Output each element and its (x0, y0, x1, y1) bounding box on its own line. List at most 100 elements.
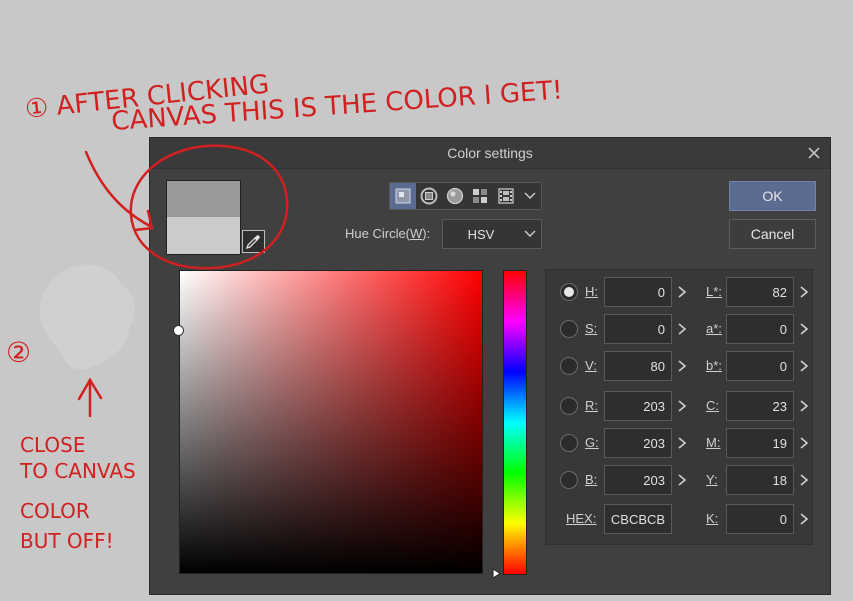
label-astar: a*: (706, 321, 722, 336)
annotation-note-1-line-1: ① AFTER CLICKING (24, 69, 271, 124)
previous-color-swatch (167, 181, 240, 217)
hue-circle-value: HSV (467, 226, 495, 242)
radio-s[interactable] (560, 320, 578, 338)
hue-slider[interactable] (503, 270, 527, 575)
label-k: K: (706, 511, 719, 526)
chevron-right-icon[interactable] (799, 512, 809, 526)
value-row-g: G: 203 (546, 428, 696, 458)
ok-button[interactable]: OK (729, 181, 816, 211)
value-row-hex: HEX: CBCBCB (546, 504, 696, 534)
annotation-note-1-line-2: CANVAS THIS IS THE COLOR I GET! (110, 76, 563, 137)
label-b: B: (585, 472, 598, 487)
chevron-down-icon (524, 230, 536, 237)
hue-slider-marker[interactable] (492, 568, 501, 579)
annotation-note-2-line-3: COLOR (20, 499, 90, 523)
value-row-k: K: 0 (696, 504, 814, 534)
dialog-title: Color settings (447, 145, 533, 161)
radio-v[interactable] (560, 357, 578, 375)
color-wheel-mode-button[interactable] (442, 183, 468, 209)
value-row-v: V: 80 (546, 351, 696, 381)
color-grid-icon (473, 189, 488, 203)
value-row-b: B: 203 (546, 465, 696, 495)
input-k[interactable]: 0 (726, 504, 794, 534)
input-s[interactable]: 0 (604, 314, 672, 344)
value-row-astar: a*: 0 (696, 314, 814, 344)
annotation-arrow-curve (84, 150, 152, 228)
value-row-r: R: 203 (546, 391, 696, 421)
eyedropper-icon (245, 235, 260, 250)
chevron-right-icon[interactable] (799, 436, 809, 450)
color-square-icon (395, 188, 411, 204)
color-grid-mode-button[interactable] (467, 183, 493, 209)
chevron-right-icon[interactable] (799, 399, 809, 413)
close-icon (808, 147, 820, 159)
label-r: R: (585, 398, 599, 413)
label-bstar: b*: (706, 358, 722, 373)
annotation-note-2-line-1: CLOSE (20, 433, 85, 457)
label-s: S: (585, 321, 598, 336)
input-bstar[interactable]: 0 (726, 351, 794, 381)
input-hex[interactable]: CBCBCB (604, 504, 672, 534)
radio-b[interactable] (560, 471, 578, 489)
input-c[interactable]: 23 (726, 391, 794, 421)
label-y: Y: (706, 472, 718, 487)
color-settings-dialog: Color settings Hue Circle(W): HSV OK Can… (149, 137, 831, 595)
chevron-right-icon[interactable] (799, 285, 809, 299)
chevron-right-icon[interactable] (799, 322, 809, 336)
saturation-value-picker[interactable] (179, 270, 483, 574)
label-g: G: (585, 435, 599, 450)
label-m: M: (706, 435, 721, 450)
label-v: V: (585, 358, 597, 373)
chevron-right-icon[interactable] (677, 399, 687, 413)
input-g[interactable]: 203 (604, 428, 672, 458)
hue-ring-icon (420, 187, 438, 205)
cancel-button[interactable]: Cancel (729, 219, 816, 249)
color-square-mode-button[interactable] (390, 183, 416, 209)
label-lstar: L*: (706, 284, 722, 299)
value-row-s: S: 0 (546, 314, 696, 344)
filmstrip-mode-button[interactable] (493, 183, 519, 209)
dialog-titlebar: Color settings (150, 138, 830, 169)
value-row-bstar: b*: 0 (696, 351, 814, 381)
value-row-lstar: L*: 82 (696, 277, 814, 307)
close-button[interactable] (804, 143, 824, 163)
value-row-c: C: 23 (696, 391, 814, 421)
input-b[interactable]: 203 (604, 465, 672, 495)
chevron-right-icon[interactable] (799, 359, 809, 373)
chevron-down-icon (524, 192, 536, 199)
chevron-right-icon[interactable] (677, 473, 687, 487)
annotation-note-2-number: ② (6, 336, 31, 369)
sv-picker-marker[interactable] (173, 325, 184, 336)
radio-r[interactable] (560, 397, 578, 415)
hue-circle-select[interactable]: HSV (442, 219, 542, 249)
input-r[interactable]: 203 (604, 391, 672, 421)
label-h: H: (585, 284, 599, 299)
input-astar[interactable]: 0 (726, 314, 794, 344)
chevron-right-icon[interactable] (677, 436, 687, 450)
canvas-color-blob (39, 264, 135, 370)
chevron-right-icon[interactable] (677, 359, 687, 373)
value-row-h: H: 0 (546, 277, 696, 307)
input-h[interactable]: 0 (604, 277, 672, 307)
value-row-y: Y: 18 (696, 465, 814, 495)
hue-ring-mode-button[interactable] (416, 183, 442, 209)
label-c: C: (706, 398, 720, 413)
annotation-note-2-line-4: BUT OFF! (20, 529, 114, 553)
chevron-right-icon[interactable] (677, 285, 687, 299)
value-row-m: M: 19 (696, 428, 814, 458)
input-y[interactable]: 18 (726, 465, 794, 495)
radio-g[interactable] (560, 434, 578, 452)
chevron-right-icon[interactable] (677, 322, 687, 336)
input-lstar[interactable]: 82 (726, 277, 794, 307)
current-color-swatch (167, 217, 240, 254)
annotation-arrow-up-head (77, 377, 103, 401)
chevron-right-icon[interactable] (799, 473, 809, 487)
input-m[interactable]: 19 (726, 428, 794, 458)
color-wheel-icon (446, 187, 463, 205)
eyedropper-button[interactable] (242, 230, 265, 253)
filmstrip-icon (498, 188, 514, 204)
radio-h[interactable] (560, 283, 578, 301)
color-mode-dropdown[interactable] (519, 183, 541, 209)
label-hex: HEX: (566, 511, 597, 526)
input-v[interactable]: 80 (604, 351, 672, 381)
